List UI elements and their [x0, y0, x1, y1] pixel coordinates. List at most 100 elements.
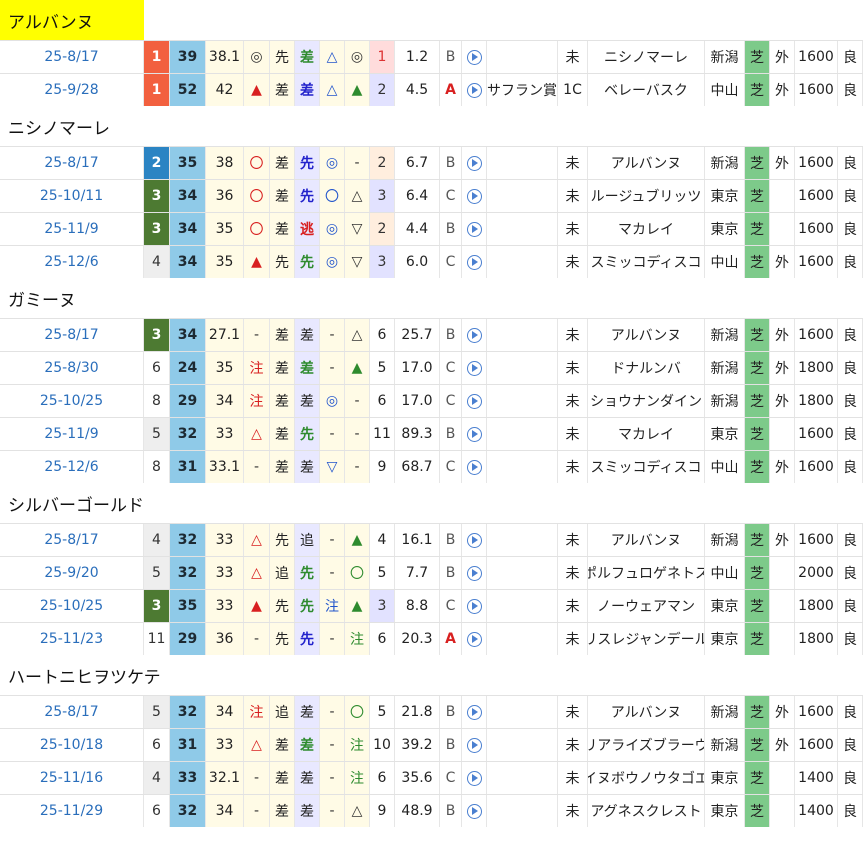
race-date-link[interactable]: 25-8/17 [0, 696, 144, 728]
cell-race [487, 590, 558, 622]
play-circle-icon[interactable] [466, 254, 482, 270]
play-circle-icon[interactable] [466, 188, 482, 204]
cell-m3: △ [320, 74, 345, 106]
video-play-button[interactable] [462, 795, 487, 827]
race-date-link[interactable]: 25-9/20 [0, 557, 144, 589]
video-play-button[interactable] [462, 147, 487, 179]
play-circle-icon[interactable] [466, 49, 482, 65]
cell-m1: △ [244, 729, 270, 761]
cell-odds: 35.6 [395, 762, 440, 794]
play-circle-icon[interactable] [466, 459, 482, 475]
play-circle-icon[interactable] [466, 770, 482, 786]
race-date-link[interactable]: 25-10/18 [0, 729, 144, 761]
video-play-button[interactable] [462, 246, 487, 278]
play-circle-icon[interactable] [466, 631, 482, 647]
cell-venue: 中山 [705, 74, 745, 106]
play-circle-icon[interactable] [466, 426, 482, 442]
race-date-link[interactable]: 25-11/9 [0, 418, 144, 450]
video-play-button[interactable] [462, 180, 487, 212]
race-date-link[interactable]: 25-11/23 [0, 623, 144, 655]
video-play-button[interactable] [462, 451, 487, 483]
cell-val: 33 [206, 557, 244, 589]
table-row: 25-8/17 1 39 38.1 ◎ 先差 △ ◎ 1 1.2 B 未ニシノマーレ 新潟芝外 1600 良 [0, 40, 863, 73]
video-play-button[interactable] [462, 41, 487, 73]
play-circle-icon[interactable] [466, 532, 482, 548]
play-circle-icon[interactable] [466, 565, 482, 581]
cell-m2: 先 [295, 180, 320, 212]
video-play-button[interactable] [462, 213, 487, 245]
cell-venue: 新潟 [705, 524, 745, 556]
race-date-link[interactable]: 25-10/11 [0, 180, 144, 212]
cell-m1: - [244, 451, 270, 483]
horse-name-header[interactable]: ガミーヌ [0, 278, 76, 318]
horse-name-header[interactable]: ハートニヒヲツケテ [0, 655, 161, 695]
play-circle-icon[interactable] [466, 393, 482, 409]
video-play-button[interactable] [462, 524, 487, 556]
play-circle-icon[interactable] [466, 360, 482, 376]
cell-m2: 差 [295, 74, 320, 106]
cell-m3: 〇 [320, 180, 345, 212]
play-circle-icon[interactable] [466, 704, 482, 720]
cell-idx: 32 [170, 524, 206, 556]
cell-outer: 外 [770, 385, 795, 417]
race-date-link[interactable]: 25-12/6 [0, 246, 144, 278]
cell-val: 35 [206, 352, 244, 384]
video-play-button[interactable] [462, 590, 487, 622]
cell-m1: 〇 [244, 213, 270, 245]
cell-cond: C [440, 180, 462, 212]
cell-dist: 1600 [795, 319, 838, 351]
cell-idx: 33 [170, 762, 206, 794]
play-circle-icon[interactable] [466, 737, 482, 753]
cell-m4: - [345, 451, 370, 483]
race-date-link[interactable]: 25-9/28 [0, 74, 144, 106]
play-circle-icon[interactable] [466, 221, 482, 237]
video-play-button[interactable] [462, 762, 487, 794]
cell-rank: 3 [144, 590, 170, 622]
race-date-link[interactable]: 25-12/6 [0, 451, 144, 483]
race-date-link[interactable]: 25-11/9 [0, 213, 144, 245]
video-play-button[interactable] [462, 385, 487, 417]
video-play-button[interactable] [462, 352, 487, 384]
race-date-link[interactable]: 25-8/17 [0, 41, 144, 73]
cell-venue: 新潟 [705, 696, 745, 728]
race-date-link[interactable]: 25-10/25 [0, 590, 144, 622]
cell-dist: 1600 [795, 729, 838, 761]
surface-cell: 芝 [745, 524, 770, 556]
cell-outer [770, 557, 795, 589]
race-date-link[interactable]: 25-8/17 [0, 147, 144, 179]
cell-track: 良 [838, 352, 863, 384]
video-play-button[interactable] [462, 557, 487, 589]
video-play-button[interactable] [462, 319, 487, 351]
play-circle-icon[interactable] [466, 82, 482, 98]
video-play-button[interactable] [462, 729, 487, 761]
cell-m4: 注 [345, 762, 370, 794]
video-play-button[interactable] [462, 696, 487, 728]
cell-track: 良 [838, 213, 863, 245]
race-date-link[interactable]: 25-8/30 [0, 352, 144, 384]
table-row: 25-11/23 11 29 36- 先先 - 注 6 20.3 A 未リスレジャンデール 東京芝 18… [0, 622, 863, 655]
cell-m4: - [345, 147, 370, 179]
cell-outer: 外 [770, 524, 795, 556]
race-date-link[interactable]: 25-11/16 [0, 762, 144, 794]
cell-venue: 中山 [705, 557, 745, 589]
surface-cell: 芝 [745, 557, 770, 589]
race-date-link[interactable]: 25-11/29 [0, 795, 144, 827]
play-circle-icon[interactable] [466, 327, 482, 343]
race-date-link[interactable]: 25-8/17 [0, 319, 144, 351]
surface-cell: 芝 [745, 729, 770, 761]
race-date-link[interactable]: 25-10/25 [0, 385, 144, 417]
video-play-button[interactable] [462, 418, 487, 450]
play-circle-icon[interactable] [466, 598, 482, 614]
horse-name-header[interactable]: アルバンヌ [0, 0, 144, 40]
cell-rank: 11 [144, 623, 170, 655]
cell-venue: 新潟 [705, 729, 745, 761]
play-circle-icon[interactable] [466, 155, 482, 171]
video-play-button[interactable] [462, 74, 487, 106]
cell-m3: - [320, 623, 345, 655]
race-date-link[interactable]: 25-8/17 [0, 524, 144, 556]
play-circle-icon[interactable] [466, 803, 482, 819]
horse-name-header[interactable]: シルバーゴールド [0, 483, 144, 523]
video-play-button[interactable] [462, 623, 487, 655]
horse-name-header[interactable]: ニシノマーレ [0, 106, 110, 146]
cell-odds: 89.3 [395, 418, 440, 450]
